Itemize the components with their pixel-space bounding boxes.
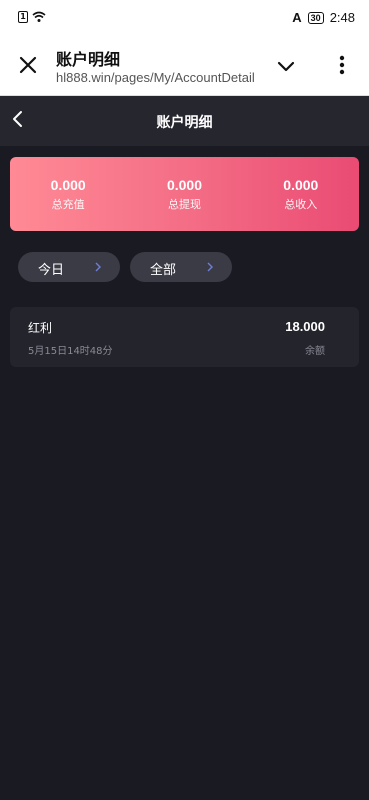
battery-icon: 30	[307, 11, 324, 24]
notification-badge-icon: 1	[18, 11, 28, 23]
type-filter-button[interactable]: 全部	[130, 252, 232, 282]
chevron-right-icon	[207, 262, 213, 272]
stat-label: 总收入	[284, 198, 318, 211]
type-filter-label: 全部	[150, 263, 177, 278]
wifi-icon	[32, 11, 46, 22]
date-filter-label: 今日	[38, 263, 65, 278]
stat-value: 0.000	[166, 177, 203, 193]
stat-value: 0.000	[283, 177, 319, 193]
stat-value: 0.000	[50, 177, 86, 193]
record-name: 红利	[28, 321, 53, 335]
stat-label: 总充值	[51, 198, 85, 211]
stat-label: 总提现	[167, 198, 201, 211]
summary-card: 0.000 总充值 0.000 总提现 0.000 总收入	[10, 157, 359, 231]
browser-url[interactable]: hl888.win/pages/My/AccountDetail	[56, 70, 254, 85]
carrier-icon: A	[292, 10, 302, 25]
browser-title: 账户明细	[56, 50, 121, 69]
record-note: 余额	[305, 346, 325, 357]
close-icon[interactable]	[17, 54, 39, 76]
list-item[interactable]: 红利 5月15日14时48分 18.000 余额	[10, 307, 359, 367]
date-filter-button[interactable]: 今日	[18, 252, 120, 282]
stat-total-income: 0.000 总收入	[243, 157, 359, 231]
chevron-right-icon	[95, 262, 101, 272]
stat-total-withdraw: 0.000 总提现	[126, 157, 242, 231]
status-bar: 1 A 30 2:48	[0, 0, 369, 34]
page-title: 账户明细	[156, 115, 213, 131]
record-time: 5月15日14时48分	[28, 346, 113, 357]
more-icon[interactable]	[332, 54, 352, 76]
chevron-down-icon[interactable]	[276, 56, 296, 76]
stat-total-recharge: 0.000 总充值	[10, 157, 126, 231]
clock: 2:48	[329, 10, 355, 25]
record-amount: 18.000	[285, 319, 325, 334]
page-header: 账户明细	[0, 96, 369, 146]
browser-bar: 账户明细 hl888.win/pages/My/AccountDetail	[0, 34, 369, 96]
